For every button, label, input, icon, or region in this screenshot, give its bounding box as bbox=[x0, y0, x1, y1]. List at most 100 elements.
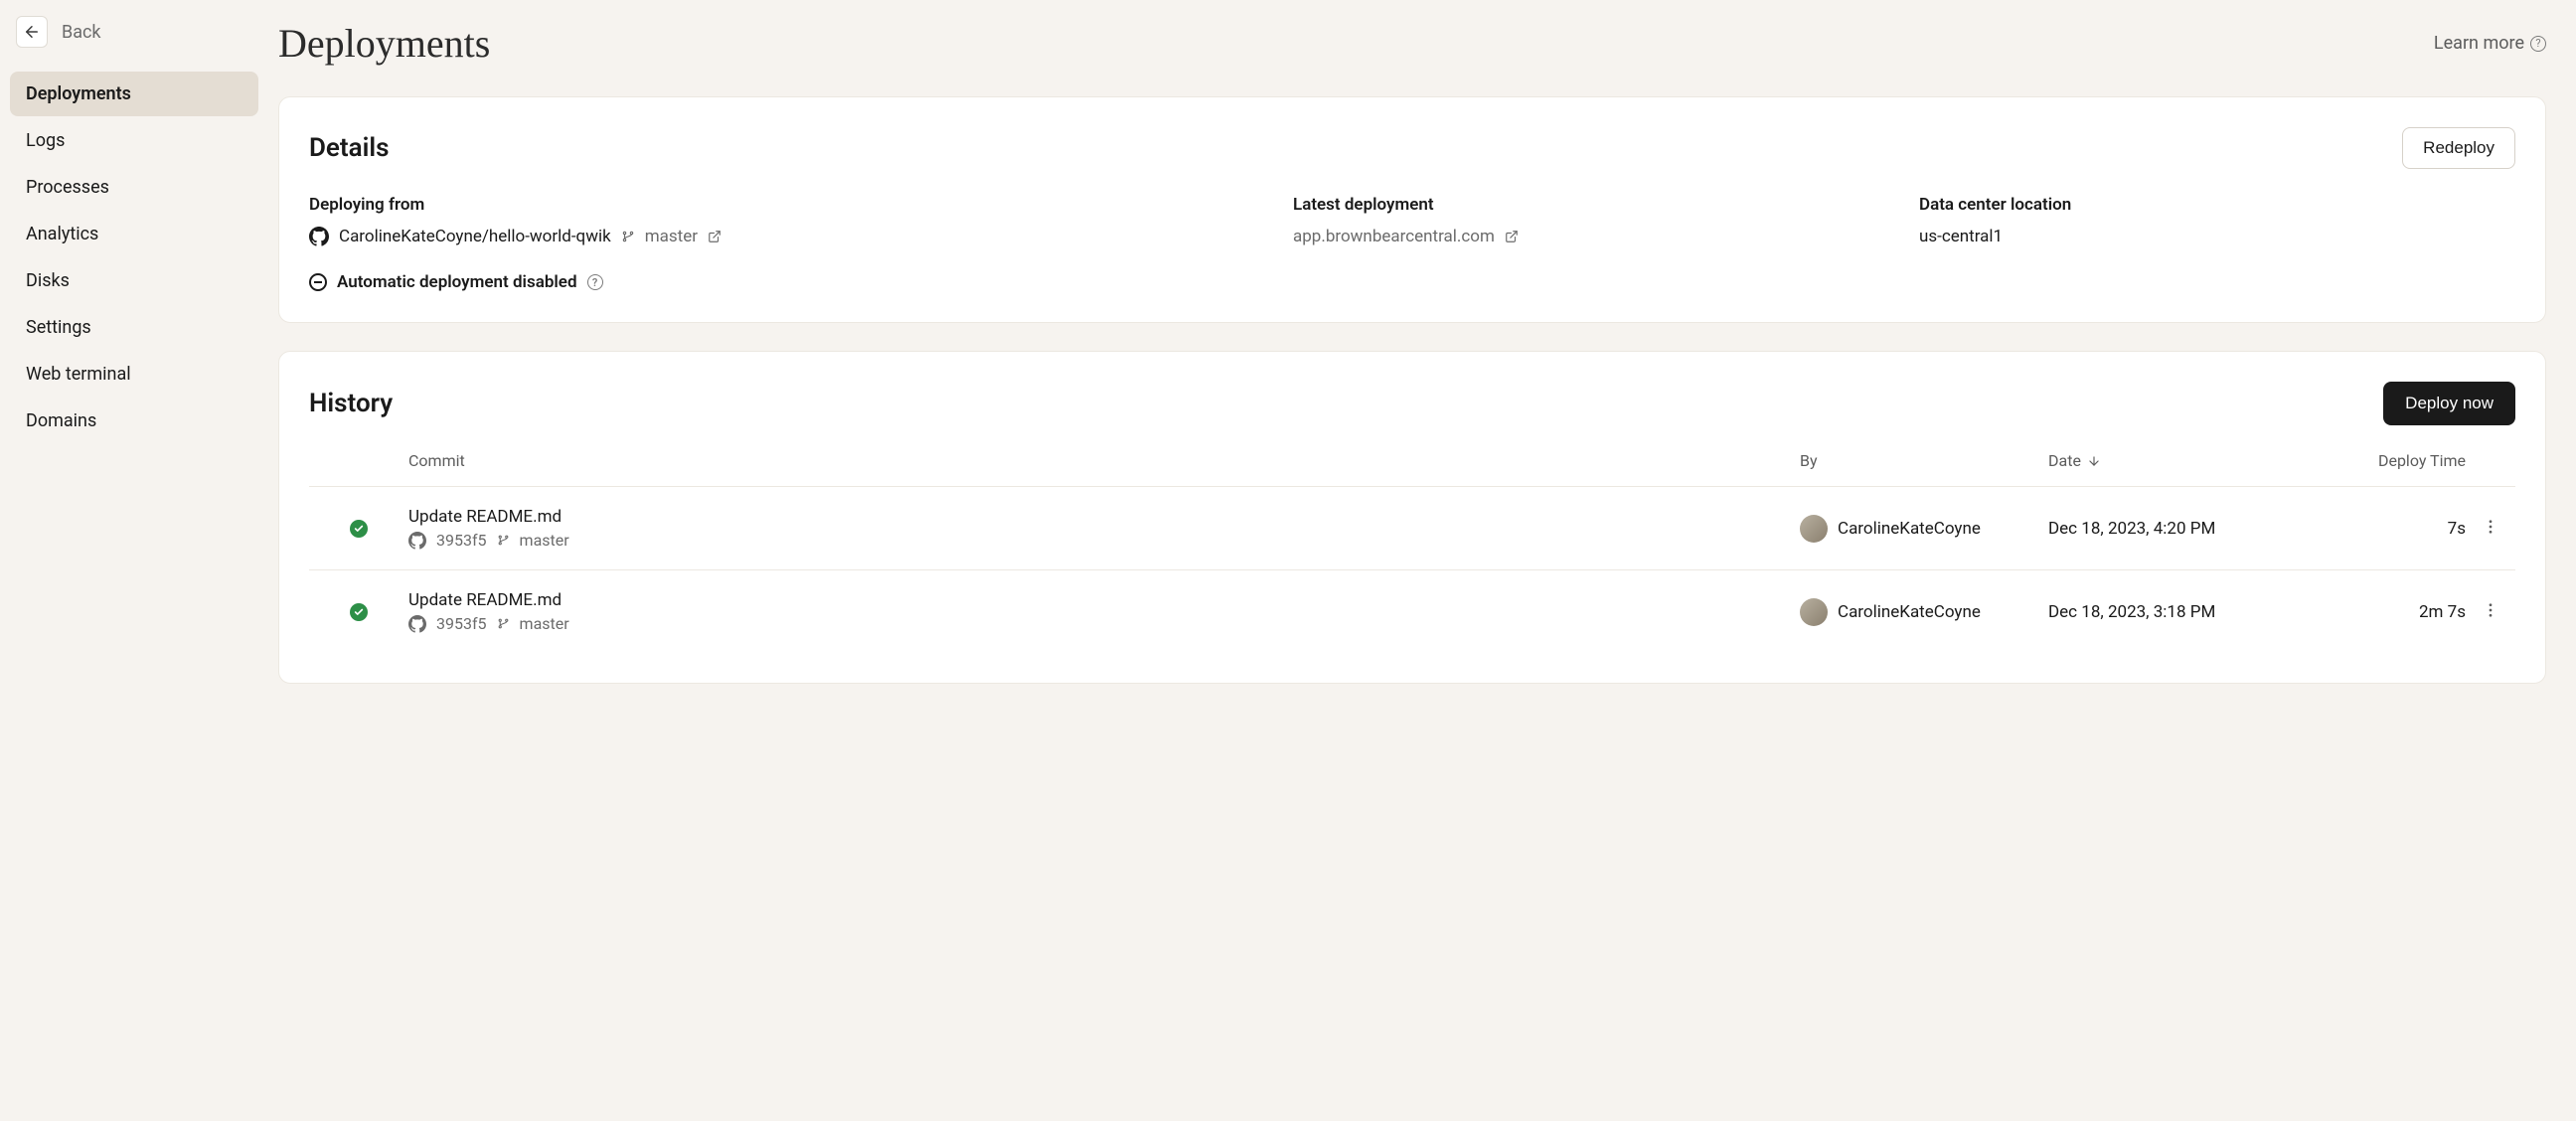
history-title: History bbox=[309, 389, 393, 418]
sidebar-item-label: Settings bbox=[26, 317, 91, 338]
external-link-icon[interactable] bbox=[1505, 230, 1519, 243]
commit-branch[interactable]: master bbox=[520, 531, 569, 550]
details-card-header: Details Redeploy bbox=[309, 127, 2515, 169]
latest-deployment-value: app.brownbearcentral.com bbox=[1293, 227, 1889, 246]
details-grid: Deploying from CarolineKateCoyne/hello-w… bbox=[309, 195, 2515, 246]
sidebar-item-disks[interactable]: Disks bbox=[10, 258, 258, 303]
status-success-icon bbox=[350, 603, 368, 621]
date-cell: Dec 18, 2023, 4:20 PM bbox=[2048, 519, 2327, 539]
auto-deploy-text: Automatic deployment disabled bbox=[337, 272, 577, 292]
table-row[interactable]: Update README.md 3953f5 master CarolineK… bbox=[309, 486, 2515, 569]
data-center-block: Data center location us-central1 bbox=[1919, 195, 2515, 246]
details-title: Details bbox=[309, 133, 390, 163]
avatar bbox=[1800, 515, 1828, 543]
external-link-icon[interactable] bbox=[708, 230, 722, 243]
help-icon: ? bbox=[2530, 36, 2546, 52]
commit-branch[interactable]: master bbox=[520, 614, 569, 633]
commit-hash[interactable]: 3953f5 bbox=[436, 531, 487, 550]
back-row: Back bbox=[10, 16, 258, 48]
github-icon bbox=[309, 227, 329, 246]
table-row[interactable]: Update README.md 3953f5 master CarolineK… bbox=[309, 569, 2515, 653]
date-cell: Dec 18, 2023, 3:18 PM bbox=[2048, 602, 2327, 622]
back-label[interactable]: Back bbox=[62, 22, 101, 43]
commit-cell: Update README.md 3953f5 master bbox=[408, 507, 1800, 550]
github-icon bbox=[408, 532, 426, 550]
auto-deploy-status: Automatic deployment disabled ? bbox=[309, 272, 2515, 292]
sidebar-item-label: Logs bbox=[26, 130, 65, 151]
branch-icon bbox=[497, 534, 510, 547]
author-name: CarolineKateCoyne bbox=[1838, 519, 1981, 539]
latest-deployment-label: Latest deployment bbox=[1293, 195, 1889, 215]
data-center-value: us-central1 bbox=[1919, 227, 2515, 246]
redeploy-button[interactable]: Redeploy bbox=[2402, 127, 2515, 169]
sidebar-item-domains[interactable]: Domains bbox=[10, 399, 258, 443]
sidebar-item-web-terminal[interactable]: Web terminal bbox=[10, 352, 258, 397]
data-center-label: Data center location bbox=[1919, 195, 2515, 215]
history-card-header: History Deploy now bbox=[309, 382, 2515, 425]
page-title: Deployments bbox=[278, 20, 490, 67]
column-date-label: Date bbox=[2048, 451, 2081, 470]
table-header: Commit By Date Deploy Time bbox=[309, 451, 2515, 486]
sidebar: Back Deployments Logs Processes Analytic… bbox=[0, 0, 268, 1121]
sidebar-item-label: Domains bbox=[26, 410, 96, 431]
sidebar-item-label: Web terminal bbox=[26, 364, 131, 385]
status-cell bbox=[309, 603, 408, 621]
latest-deployment-block: Latest deployment app.brownbearcentral.c… bbox=[1293, 195, 1889, 246]
avatar bbox=[1800, 598, 1828, 626]
sidebar-item-settings[interactable]: Settings bbox=[10, 305, 258, 350]
disabled-icon bbox=[309, 273, 327, 291]
commit-message: Update README.md bbox=[408, 507, 1800, 527]
deployment-url[interactable]: app.brownbearcentral.com bbox=[1293, 227, 1495, 246]
history-table: Commit By Date Deploy Time bbox=[309, 451, 2515, 653]
menu-cell bbox=[2466, 595, 2515, 629]
sidebar-item-deployments[interactable]: Deployments bbox=[10, 72, 258, 116]
branch-icon bbox=[621, 230, 635, 243]
main-content: Deployments Learn more ? Details Redeplo… bbox=[268, 0, 2576, 1121]
sidebar-item-label: Analytics bbox=[26, 224, 98, 244]
sidebar-item-label: Disks bbox=[26, 270, 70, 291]
deploy-time-cell: 7s bbox=[2327, 519, 2466, 539]
author-name: CarolineKateCoyne bbox=[1838, 602, 1981, 622]
back-button[interactable] bbox=[16, 16, 48, 48]
sidebar-item-analytics[interactable]: Analytics bbox=[10, 212, 258, 256]
learn-more-link[interactable]: Learn more ? bbox=[2434, 33, 2546, 54]
commit-message: Update README.md bbox=[408, 590, 1800, 610]
help-icon[interactable]: ? bbox=[587, 274, 603, 290]
history-card: History Deploy now Commit By Date Deploy… bbox=[278, 351, 2546, 684]
sidebar-item-logs[interactable]: Logs bbox=[10, 118, 258, 163]
more-vertical-icon bbox=[2482, 601, 2499, 619]
deploy-now-button[interactable]: Deploy now bbox=[2383, 382, 2515, 425]
menu-cell bbox=[2466, 512, 2515, 546]
deploying-from-label: Deploying from bbox=[309, 195, 1263, 215]
deploying-from-block: Deploying from CarolineKateCoyne/hello-w… bbox=[309, 195, 1263, 246]
column-by[interactable]: By bbox=[1800, 451, 2048, 470]
commit-cell: Update README.md 3953f5 master bbox=[408, 590, 1800, 633]
branch-icon bbox=[497, 617, 510, 630]
row-menu-button[interactable] bbox=[2476, 512, 2505, 546]
sidebar-item-label: Processes bbox=[26, 177, 109, 198]
arrow-left-icon bbox=[23, 23, 41, 41]
sidebar-item-label: Deployments bbox=[26, 83, 131, 104]
page-header: Deployments Learn more ? bbox=[278, 20, 2546, 67]
commit-meta: 3953f5 master bbox=[408, 531, 1800, 550]
branch-name[interactable]: master bbox=[645, 227, 698, 246]
arrow-down-icon bbox=[2087, 454, 2101, 468]
column-deploy-time[interactable]: Deploy Time bbox=[2327, 451, 2466, 470]
more-vertical-icon bbox=[2482, 518, 2499, 536]
row-menu-button[interactable] bbox=[2476, 595, 2505, 629]
deploy-time-cell: 2m 7s bbox=[2327, 602, 2466, 622]
commit-hash[interactable]: 3953f5 bbox=[436, 614, 487, 633]
nav-list: Deployments Logs Processes Analytics Dis… bbox=[10, 72, 258, 443]
github-icon bbox=[408, 615, 426, 633]
column-commit[interactable]: Commit bbox=[408, 451, 1800, 470]
learn-more-label: Learn more bbox=[2434, 33, 2524, 54]
by-cell: CarolineKateCoyne bbox=[1800, 598, 2048, 626]
status-cell bbox=[309, 520, 408, 538]
sidebar-item-processes[interactable]: Processes bbox=[10, 165, 258, 210]
by-cell: CarolineKateCoyne bbox=[1800, 515, 2048, 543]
repo-name[interactable]: CarolineKateCoyne/hello-world-qwik bbox=[339, 227, 611, 246]
commit-meta: 3953f5 master bbox=[408, 614, 1800, 633]
column-date[interactable]: Date bbox=[2048, 451, 2327, 470]
repo-value: CarolineKateCoyne/hello-world-qwik maste… bbox=[309, 227, 1263, 246]
details-card: Details Redeploy Deploying from Caroline… bbox=[278, 96, 2546, 323]
